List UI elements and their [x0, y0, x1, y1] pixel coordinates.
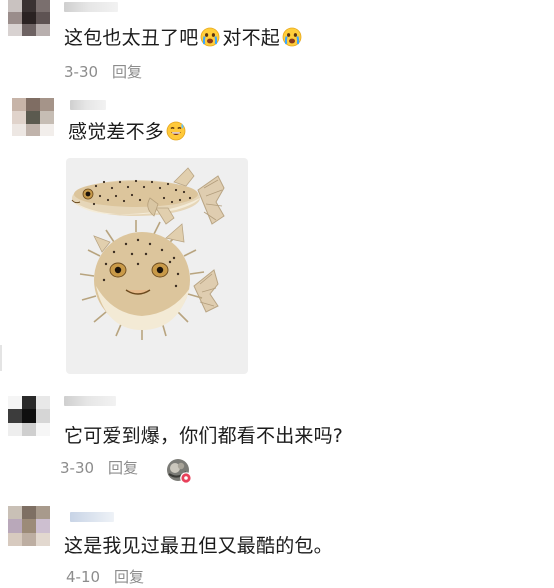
comment-meta: 3-30 回复: [60, 458, 138, 478]
comment-meta: 4-10 回复: [66, 567, 144, 587]
comment-text: 它可爱到爆，你们都看不出来吗?: [64, 425, 344, 447]
reply-button[interactable]: 回复: [112, 63, 142, 81]
avatar[interactable]: [8, 0, 50, 36]
grinning-sweat-face-icon: [166, 121, 186, 141]
username[interactable]: [64, 396, 116, 406]
comment-feed: 这包也太丑了吧 对不起 3-30 回复 感觉差不多 它可爱到爆，你们都看不出来吗…: [0, 0, 554, 588]
avatar[interactable]: [12, 98, 54, 136]
reply-button[interactable]: 回复: [114, 568, 144, 586]
avatar[interactable]: [8, 506, 50, 546]
username[interactable]: [70, 100, 106, 110]
username[interactable]: [70, 512, 114, 522]
comment-text: 这包也太丑了吧 对不起: [64, 26, 304, 50]
comment-text-part-1: 这包也太丑了吧: [64, 27, 199, 49]
pufferfish-illustration: [71, 167, 225, 340]
inflated-fish-drawing: [79, 220, 219, 340]
comment-text-part-2: 对不起: [222, 27, 281, 49]
deflated-fish-drawing: [71, 167, 225, 225]
comment-date: 3-30: [64, 63, 99, 81]
reply-button[interactable]: 回复: [108, 459, 138, 477]
left-edge-divider: [0, 345, 3, 371]
crying-face-icon: [201, 27, 220, 47]
comment-date: 3-30: [60, 459, 95, 477]
pufferfish-image[interactable]: [66, 158, 248, 374]
avatar[interactable]: [8, 396, 50, 436]
comment-meta: 3-30 回复: [64, 62, 142, 82]
comment-text-part-1: 感觉差不多: [68, 121, 165, 143]
comment-text: 感觉差不多: [68, 120, 188, 144]
username[interactable]: [64, 2, 118, 12]
avatar-badge-sticker-icon[interactable]: [166, 458, 192, 484]
comment-date: 4-10: [66, 568, 101, 586]
comment-text: 这是我见过最丑但又最酷的包。: [64, 535, 333, 557]
crying-face-icon: [282, 27, 302, 47]
